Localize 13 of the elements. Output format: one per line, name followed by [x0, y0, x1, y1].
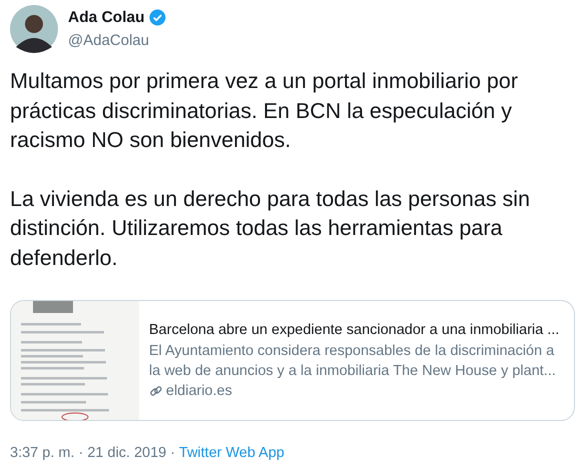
- author-name[interactable]: Ada Colau: [68, 6, 145, 30]
- card-domain: eldiario.es: [166, 382, 232, 402]
- separator: ·: [170, 445, 176, 461]
- card-description: El Ayuntamiento considera responsables de la discriminación a la web de anuncios y a la inmobiliaria The New House y plant...: [149, 342, 557, 382]
- author-handle[interactable]: @AdaColau: [68, 30, 166, 52]
- link-card[interactable]: [10, 300, 575, 421]
- tweet-text: La vivienda es un derecho para todas las personas sin distinción. Utilizaremos todas las herramientas para defenderlo.: [10, 186, 531, 272]
- link-icon: [149, 384, 163, 398]
- card-title: Barcelona abre un expediente sancionador a una inmobiliaria ...: [149, 320, 560, 340]
- source-link[interactable]: Twitter Web App: [179, 445, 284, 461]
- tweet-text: Multamos por primera vez a un portal inmobiliario por prácticas discriminatorias. En BCN la especulación y racismo NO son bienvenidos.: [10, 68, 519, 154]
- avatar[interactable]: [10, 5, 58, 53]
- tweet-timestamp[interactable]: 3:37 p. m. · 21 dic. 2019: [10, 445, 166, 461]
